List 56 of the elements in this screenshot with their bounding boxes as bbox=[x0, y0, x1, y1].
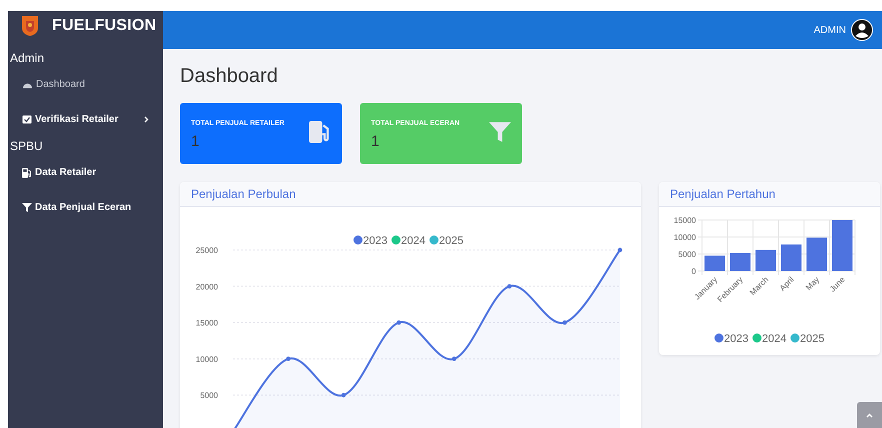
axis-label: May bbox=[804, 275, 822, 292]
legend-label: 2024 bbox=[762, 333, 786, 345]
axis-label: 5000 bbox=[200, 391, 218, 400]
data-point bbox=[286, 356, 290, 362]
section-heading: Admin bbox=[9, 50, 46, 67]
chart-title: Penjualan Pertahun bbox=[670, 186, 776, 203]
legend-label: 2025 bbox=[800, 333, 824, 345]
data-point bbox=[618, 248, 622, 252]
sidebar-item[interactable]: Verifikasi Retailer bbox=[8, 102, 163, 137]
sidebar-item[interactable]: Dashboard bbox=[8, 67, 163, 102]
brand-name: FUELFUSION bbox=[52, 16, 156, 36]
legend-item[interactable]: 2023 bbox=[354, 235, 388, 247]
stat-value: 1 bbox=[191, 134, 200, 148]
axis-label: 20000 bbox=[196, 282, 218, 292]
logo-icon bbox=[22, 16, 38, 36]
section-heading: SPBU bbox=[9, 138, 44, 155]
bar bbox=[806, 238, 827, 271]
bar bbox=[704, 256, 725, 271]
axis-label: 25000 bbox=[196, 246, 218, 255]
legend-label: 2025 bbox=[439, 235, 464, 247]
bar bbox=[781, 244, 802, 271]
axis-label: 5000 bbox=[678, 250, 696, 259]
legend-item[interactable]: 2024 bbox=[752, 333, 786, 345]
axis-label: 10000 bbox=[196, 354, 218, 364]
axis-label: 10000 bbox=[674, 233, 696, 242]
legend-label: 2023 bbox=[724, 333, 748, 345]
bar bbox=[832, 220, 852, 271]
data-point bbox=[562, 320, 567, 325]
axis-label: 15000 bbox=[196, 318, 218, 328]
filter-icon bbox=[22, 203, 32, 212]
data-point bbox=[341, 392, 346, 398]
legend-item[interactable]: 2023 bbox=[714, 333, 748, 345]
checkbox-icon bbox=[22, 115, 32, 124]
chart-title: Penjualan Perbulan bbox=[191, 186, 297, 203]
legend-item[interactable]: 2025 bbox=[430, 235, 464, 247]
stat-value: 1 bbox=[371, 134, 380, 148]
legend-label: 2024 bbox=[401, 235, 426, 247]
user-avatar-icon[interactable] bbox=[851, 19, 873, 41]
legend-label: 2023 bbox=[363, 235, 388, 247]
data-point bbox=[507, 284, 512, 288]
user-name[interactable]: ADMIN bbox=[814, 22, 846, 38]
bar bbox=[730, 252, 750, 271]
data-point bbox=[396, 320, 402, 325]
sidebar-item[interactable]: Data Penjual Eceran bbox=[8, 190, 163, 225]
data-point bbox=[452, 356, 456, 362]
page-title: Dashboard bbox=[180, 64, 279, 88]
fuel-pump-icon bbox=[309, 121, 331, 143]
legend-item[interactable]: 2024 bbox=[392, 235, 426, 247]
fuel-pump-icon bbox=[22, 168, 32, 178]
caret-icon bbox=[866, 412, 873, 418]
axis-label: 15000 bbox=[674, 216, 696, 225]
legend-item[interactable]: 2025 bbox=[790, 333, 824, 345]
axis-label: 0 bbox=[692, 267, 696, 276]
filter-icon bbox=[489, 121, 511, 143]
sidebar-item[interactable]: Data Retailer bbox=[8, 155, 163, 190]
bar bbox=[756, 250, 776, 271]
